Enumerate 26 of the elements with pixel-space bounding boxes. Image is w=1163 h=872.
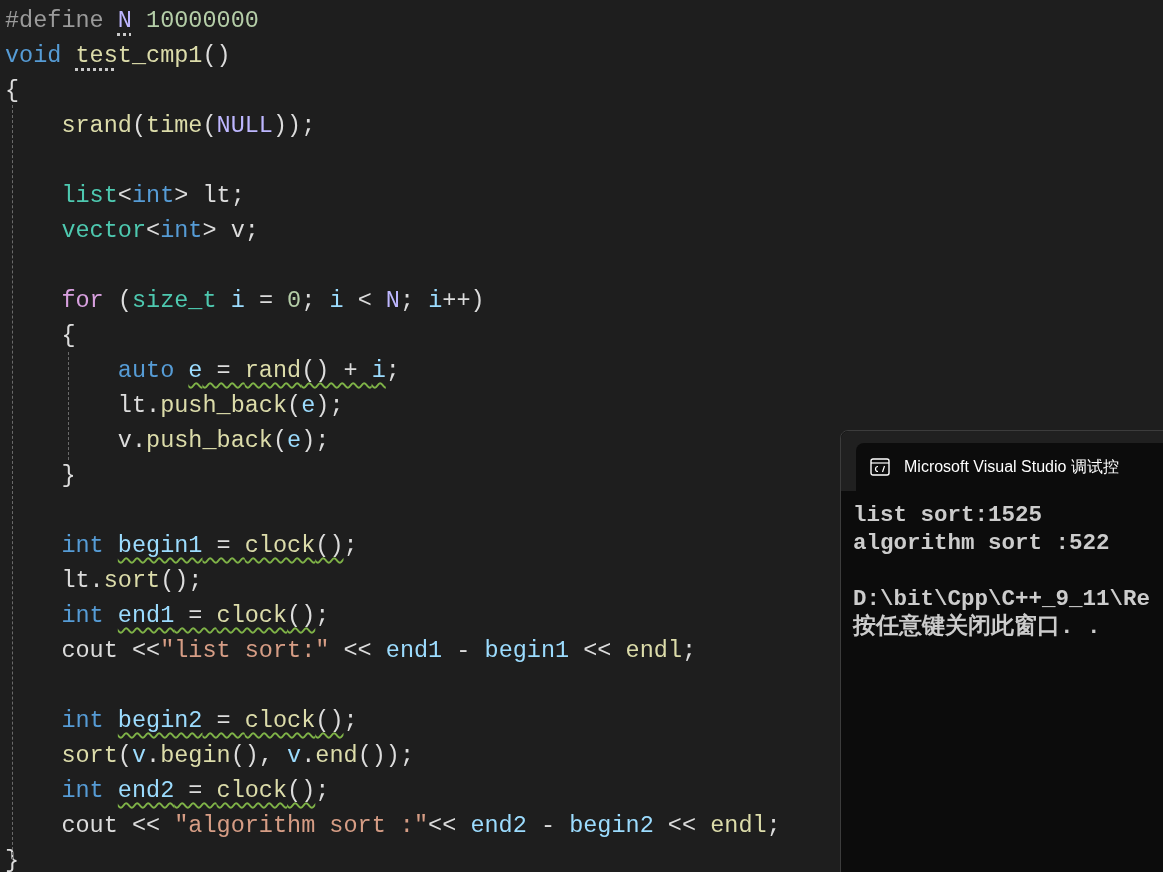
console-line: D:\bit\Cpp\C++_9_11\Re — [853, 585, 1151, 613]
code-line: { — [5, 76, 20, 106]
code-line: { — [60, 321, 76, 351]
code-line: int begin2 = clock(); — [60, 706, 358, 736]
terminal-icon — [870, 458, 890, 476]
console-line: list sort:1525 — [853, 501, 1043, 529]
code-line: vector<int> v; — [60, 216, 259, 246]
code-line: lt.push_back(e); — [116, 391, 344, 421]
code-line: int end2 = clock(); — [60, 776, 330, 806]
code-line: list<int> lt; — [60, 181, 245, 211]
code-line: int begin1 = clock(); — [60, 531, 358, 561]
console-line: 按任意键关闭此窗口. . — [853, 613, 1101, 641]
code-line: auto e = rand() + i; — [116, 356, 400, 386]
code-line: for (size_t i = 0; i < N; i++) — [60, 286, 485, 316]
code-line: srand(time(NULL)); — [60, 111, 316, 141]
console-tab[interactable]: Microsoft Visual Studio 调试控 — [856, 443, 1163, 491]
code-line: v.push_back(e); — [116, 426, 330, 456]
code-line: cout << "algorithm sort :"<< end2 - begin2 << endl; — [60, 811, 781, 841]
code-line: void test_cmp1() — [5, 41, 231, 71]
code-line: #define N 10000000 — [5, 6, 259, 36]
code-line: } — [60, 461, 76, 491]
code-line: lt.sort(); — [60, 566, 203, 596]
code-line: sort(v.begin(), v.end()); — [60, 741, 415, 771]
code-line: int end1 = clock(); — [60, 601, 330, 631]
console-line: algorithm sort :522 — [853, 529, 1110, 557]
code-line: cout <<"list sort:" << end1 - begin1 << endl; — [60, 636, 697, 666]
